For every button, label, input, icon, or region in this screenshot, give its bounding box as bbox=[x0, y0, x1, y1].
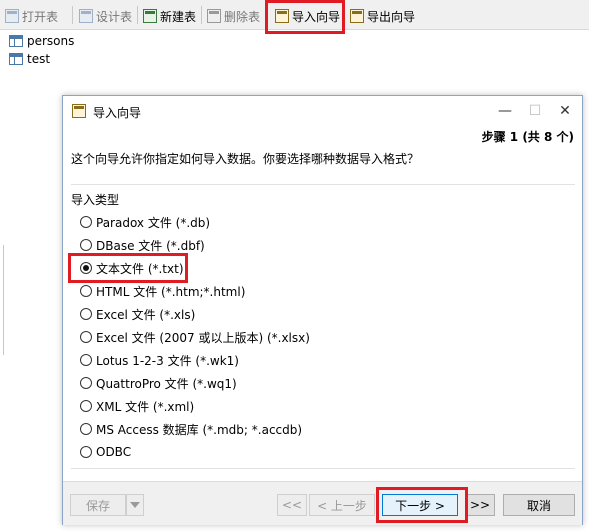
design-table-label: 设计表 bbox=[96, 9, 133, 24]
option-ms-access[interactable]: MS Access 数据库 (*.mdb; *.accdb) bbox=[80, 420, 302, 438]
open-table-label: 打开表 bbox=[22, 9, 59, 24]
close-button[interactable]: ✕ bbox=[550, 98, 580, 124]
import-wizard-dialog: 导入向导 — ☐ ✕ 步骤 1 (共 8 个) 这个向导允许你指定如何导入数据。… bbox=[62, 95, 583, 525]
option-label: Lotus 1-2-3 文件 (*.wk1) bbox=[96, 353, 239, 368]
new-table-icon bbox=[143, 9, 157, 23]
table-item-persons[interactable]: persons bbox=[9, 32, 74, 49]
radio-button[interactable] bbox=[80, 308, 92, 320]
maximize-button: ☐ bbox=[528, 103, 542, 119]
first-step-button[interactable]: << bbox=[277, 494, 307, 516]
table-item-test[interactable]: test bbox=[9, 50, 50, 67]
radio-button[interactable] bbox=[80, 400, 92, 412]
import-type-label: 导入类型 bbox=[71, 193, 120, 207]
option-odbc[interactable]: ODBC bbox=[80, 443, 131, 461]
export-wizard-label: 导出向导 bbox=[367, 9, 416, 24]
new-table-label: 新建表 bbox=[160, 9, 197, 24]
dialog-titlebar[interactable]: 导入向导 — ☐ ✕ bbox=[63, 96, 582, 126]
toolbar-divider bbox=[72, 6, 73, 24]
radio-button[interactable] bbox=[80, 354, 92, 366]
delete-table-label: 删除表 bbox=[224, 9, 261, 24]
delete-table-icon bbox=[207, 9, 221, 23]
dialog-title: 导入向导 bbox=[93, 106, 142, 120]
cancel-button[interactable]: 取消 bbox=[503, 494, 575, 516]
option-label: Paradox 文件 (*.db) bbox=[96, 215, 211, 230]
option-label: Excel 文件 (2007 或以上版本) (*.xlsx) bbox=[96, 330, 310, 345]
export-wizard-icon bbox=[350, 9, 364, 23]
option-excel-xls[interactable]: Excel 文件 (*.xls) bbox=[80, 305, 195, 323]
design-table-button[interactable]: 设计表 bbox=[79, 5, 132, 27]
radio-button[interactable] bbox=[80, 216, 92, 228]
save-dropdown-button[interactable] bbox=[126, 494, 144, 516]
option-label: Excel 文件 (*.xls) bbox=[96, 307, 196, 322]
option-quattropro[interactable]: QuattroPro 文件 (*.wq1) bbox=[80, 374, 237, 392]
step-indicator: 步骤 1 (共 8 个) bbox=[481, 130, 574, 144]
radio-button[interactable] bbox=[80, 239, 92, 251]
option-excel-xlsx[interactable]: Excel 文件 (2007 或以上版本) (*.xlsx) bbox=[80, 328, 310, 346]
dialog-button-bar: 保存 << < 上一步 下一步 > >> 取消 bbox=[63, 481, 582, 525]
toolbar-divider bbox=[137, 6, 138, 24]
export-wizard-button[interactable]: 导出向导 bbox=[350, 5, 415, 27]
annotation-box-next bbox=[376, 487, 468, 523]
option-html[interactable]: HTML 文件 (*.htm;*.html) bbox=[80, 282, 245, 300]
minimize-button[interactable]: — bbox=[490, 98, 520, 124]
option-label: MS Access 数据库 (*.mdb; *.accdb) bbox=[96, 422, 303, 437]
option-label: HTML 文件 (*.htm;*.html) bbox=[96, 284, 246, 299]
import-wizard-icon bbox=[72, 104, 86, 118]
table-name: test bbox=[27, 51, 51, 66]
radio-button[interactable] bbox=[80, 423, 92, 435]
option-label: ODBC bbox=[96, 445, 132, 459]
table-name: persons bbox=[27, 33, 75, 48]
option-lotus[interactable]: Lotus 1-2-3 文件 (*.wk1) bbox=[80, 351, 239, 369]
option-paradox[interactable]: Paradox 文件 (*.db) bbox=[80, 213, 210, 231]
annotation-box-text-file bbox=[68, 253, 188, 283]
table-icon bbox=[9, 52, 23, 65]
design-table-icon bbox=[79, 9, 93, 23]
toolbar-divider bbox=[201, 6, 202, 24]
option-label: DBase 文件 (*.dbf) bbox=[96, 238, 205, 253]
chevron-down-icon bbox=[130, 502, 140, 508]
open-table-button[interactable]: 打开表 bbox=[5, 5, 58, 27]
previous-button[interactable]: < 上一步 bbox=[309, 494, 375, 516]
last-step-button[interactable]: >> bbox=[465, 494, 495, 516]
annotation-box-import-wizard bbox=[265, 0, 345, 34]
save-button[interactable]: 保存 bbox=[70, 494, 126, 516]
radio-button[interactable] bbox=[80, 331, 92, 343]
option-xml[interactable]: XML 文件 (*.xml) bbox=[80, 397, 194, 415]
splitter-edge[interactable] bbox=[0, 245, 4, 355]
option-label: QuattroPro 文件 (*.wq1) bbox=[96, 376, 237, 391]
intro-text: 这个向导允许你指定如何导入数据。你要选择哪种数据导入格式？ bbox=[71, 152, 420, 166]
new-table-button[interactable]: 新建表 bbox=[143, 5, 196, 27]
open-table-icon bbox=[5, 9, 19, 23]
radio-button[interactable] bbox=[80, 377, 92, 389]
delete-table-button[interactable]: 删除表 bbox=[207, 5, 260, 27]
radio-button[interactable] bbox=[80, 285, 92, 297]
table-icon bbox=[9, 34, 23, 47]
option-dbase[interactable]: DBase 文件 (*.dbf) bbox=[80, 236, 205, 254]
radio-button[interactable] bbox=[80, 446, 92, 458]
option-label: XML 文件 (*.xml) bbox=[96, 399, 195, 414]
